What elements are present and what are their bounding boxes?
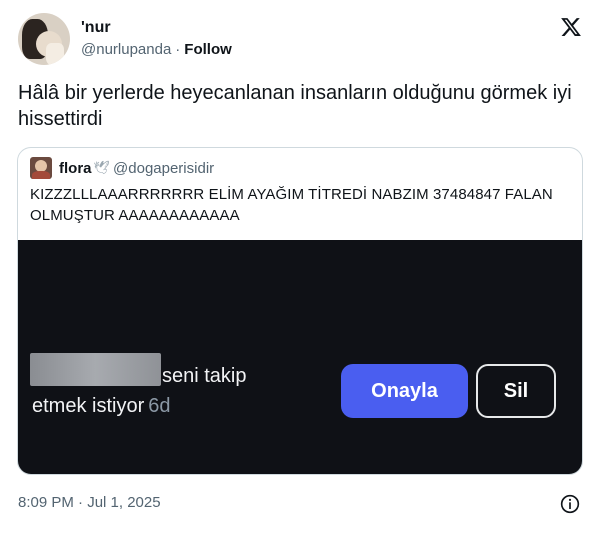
quote-header: flora 🕊 @dogaperisidir — [30, 157, 214, 179]
blurred-username — [30, 353, 161, 386]
follow-button[interactable]: Follow — [184, 41, 232, 58]
quote-text: KIZZZLLLAAARRRRRRR ELİM AYAĞIM TİTREDİ N… — [30, 186, 553, 224]
author-handle[interactable]: @nurlupanda — [81, 41, 171, 58]
quoted-tweet[interactable]: flora 🕊 @dogaperisidir KIZZZLLLAAARRRRRR… — [17, 147, 583, 475]
dove-emoji-icon: 🕊 — [93, 160, 111, 175]
x-logo-icon[interactable] — [560, 16, 582, 38]
author-handle-row: @nurlupanda · Follow — [81, 40, 232, 60]
quote-avatar — [30, 157, 52, 179]
notification-text-line1: seni takip — [162, 365, 247, 387]
notification-time-ago: 6d — [148, 395, 171, 417]
notification-text-line2: etmek istiyor 6d — [32, 395, 171, 417]
confirm-button: Onayla — [341, 364, 468, 418]
author-display-name[interactable]: 'nur — [81, 18, 232, 38]
quote-display-name: flora — [59, 159, 92, 177]
tweet-text: Hâlâ bir yerlerde heyecanlanan insanları… — [18, 82, 572, 130]
info-icon[interactable] — [560, 494, 580, 514]
quote-handle: @dogaperisidir — [113, 159, 215, 177]
author-avatar[interactable] — [18, 13, 70, 65]
quote-media-image[interactable]: seni takip etmek istiyor 6d Onayla Sil — [18, 240, 582, 474]
separator-dot: · — [175, 41, 181, 58]
tweet-timestamp[interactable]: 8:09 PM · Jul 1, 2025 — [18, 494, 161, 511]
tweet-header: 'nur @nurlupanda · Follow — [18, 12, 582, 66]
delete-button: Sil — [476, 364, 556, 418]
author-info: 'nur @nurlupanda · Follow — [81, 18, 232, 60]
